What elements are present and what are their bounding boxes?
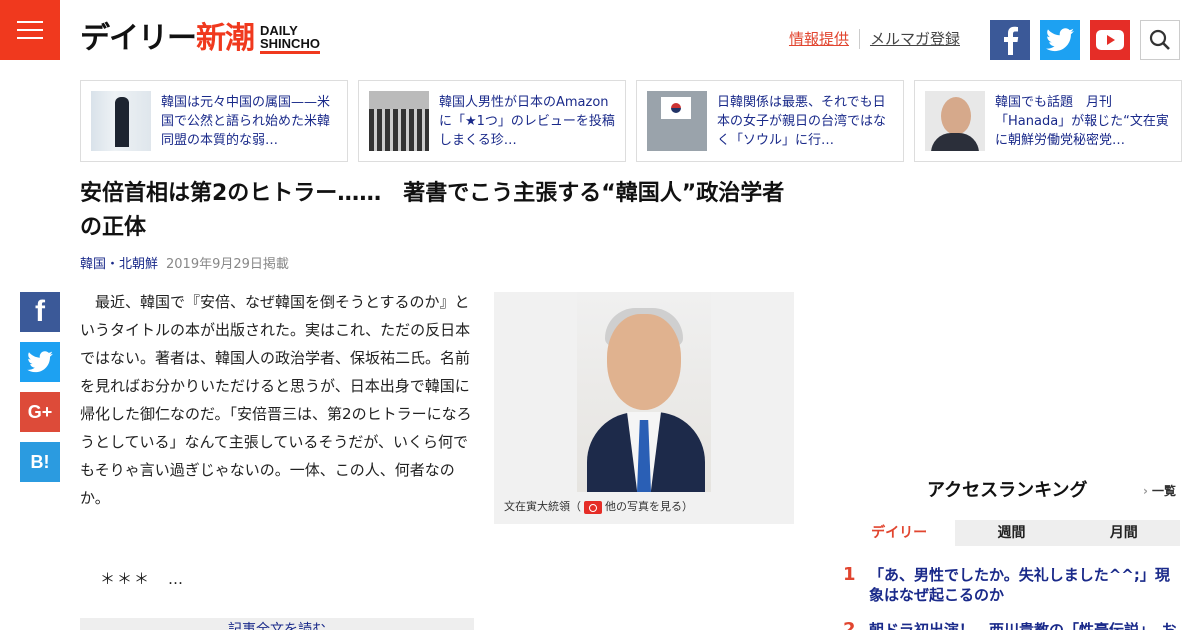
ranking-tabs: デイリー 週間 月間	[843, 520, 1180, 546]
logo-english: DAILY SHINCHO	[260, 24, 320, 54]
article-figure: 文在寅大統領（ 他の写真を見る）	[494, 292, 794, 524]
rank-title[interactable]: 朝ドラ初出演！ 西川貴教の「性豪伝説」 お相	[869, 620, 1179, 630]
share-google-plus-button[interactable]: G+	[20, 392, 60, 432]
article-meta: 韓国・北朝鮮 2019年9月29日掲載	[80, 256, 289, 274]
related-card[interactable]: 韓国人男性が日本のAmazonに「★1つ」のレビューを投稿しまくる珍…	[358, 80, 626, 162]
twitter-icon	[27, 351, 53, 373]
logo-en-line-2: SHINCHO	[260, 36, 320, 51]
photo-face	[607, 314, 681, 410]
facebook-icon	[1004, 26, 1019, 55]
rank-number: 2	[843, 619, 856, 630]
related-card[interactable]: 韓国は元々中国の属国——米国で公然と語られ始めた米韓同盟の本質的な弱…	[80, 80, 348, 162]
google-plus-icon: G+	[27, 401, 53, 422]
article-body: 最近、韓国で『安倍、なぜ韓国を倒そうとするのか』というタイトルの本が出版された。…	[80, 288, 472, 512]
share-twitter-button[interactable]	[20, 342, 60, 382]
camera-icon	[584, 500, 602, 514]
related-card[interactable]: 韓国でも話題 月刊「Hanada」が報じた“文在寅に朝鮮労働党秘密党…	[914, 80, 1182, 162]
menu-icon-bar	[17, 37, 43, 39]
related-title: 韓国は元々中国の属国——米国で公然と語られ始めた米韓同盟の本質的な弱…	[161, 94, 331, 148]
newsletter-link[interactable]: メルマガ登録	[860, 29, 970, 49]
logo-text-a: デイリー	[80, 21, 197, 56]
facebook-button[interactable]	[990, 20, 1030, 60]
rank-number: 1	[843, 564, 856, 585]
related-title: 韓国でも話題 月刊「Hanada」が報じた“文在寅に朝鮮労働党秘密党…	[995, 94, 1169, 148]
menu-icon-bar	[17, 29, 43, 31]
ranking-item[interactable]: 1 「あ、男性でしたか。失礼しました^^;」現象はなぜ起こるのか	[843, 565, 1179, 605]
rank-title[interactable]: 「あ、男性でしたか。失礼しました^^;」現象はなぜ起こるのか	[869, 565, 1179, 605]
article-separator: ＊＊＊ …	[100, 570, 186, 588]
photo-caption: 文在寅大統領（ 他の写真を見る）	[504, 499, 693, 515]
related-thumbnail	[91, 91, 151, 151]
publish-date: 2019年9月29日掲載	[166, 257, 289, 272]
site-logo[interactable]: デイリー新潮 DAILY SHINCHO	[80, 18, 320, 60]
facebook-icon: f	[35, 295, 45, 328]
search-button[interactable]	[1140, 20, 1180, 60]
logo-text-b: 新潮	[196, 21, 255, 56]
ranking-title: アクセスランキング	[927, 480, 1088, 501]
related-title: 日韓関係は最悪、それでも日本の女子が親日の台湾ではなく「ソウル」に行…	[717, 94, 887, 148]
article-photo[interactable]	[577, 292, 711, 492]
related-articles: 韓国は元々中国の属国——米国で公然と語られ始めた米韓同盟の本質的な弱… 韓国人男…	[80, 80, 1182, 162]
related-card[interactable]: 日韓関係は最悪、それでも日本の女子が親日の台湾ではなく「ソウル」に行…	[636, 80, 904, 162]
info-link[interactable]: 情報提供	[779, 29, 860, 49]
logo-text: デイリー新潮	[80, 18, 255, 60]
header-links: 情報提供 メルマガ登録	[779, 29, 970, 49]
menu-button[interactable]	[0, 0, 60, 60]
caption-text: 文在寅大統領（	[504, 500, 581, 513]
search-icon	[1149, 29, 1170, 50]
category-link[interactable]: 韓国・北朝鮮	[80, 257, 158, 272]
related-title: 韓国人男性が日本のAmazonに「★1つ」のレビューを投稿しまくる珍…	[439, 94, 615, 148]
related-thumbnail	[925, 91, 985, 151]
tab-weekly[interactable]: 週間	[955, 520, 1068, 546]
article-title: 安倍首相は第2のヒトラー…… 著書でこう主張する“韓国人”政治学者の正体	[80, 181, 785, 240]
twitter-button[interactable]	[1040, 20, 1080, 60]
tab-monthly[interactable]: 月間	[1067, 520, 1180, 546]
related-thumbnail	[369, 91, 429, 151]
hatena-bookmark-icon: B!	[30, 451, 50, 472]
share-buttons: f G+ B!	[20, 292, 60, 482]
header-social	[990, 20, 1180, 60]
share-facebook-button[interactable]: f	[20, 292, 60, 332]
menu-icon	[17, 21, 43, 23]
tab-daily[interactable]: デイリー	[843, 520, 956, 546]
youtube-button[interactable]	[1090, 20, 1130, 60]
article-paragraph: 最近、韓国で『安倍、なぜ韓国を倒そうとするのか』というタイトルの本が出版された。…	[80, 293, 472, 507]
twitter-icon	[1046, 28, 1074, 52]
read-more-button[interactable]: 記事全文を読む	[80, 618, 474, 630]
ranking-list-link[interactable]: 一覧	[1143, 483, 1176, 499]
share-hatena-button[interactable]: B!	[20, 442, 60, 482]
related-thumbnail	[647, 91, 707, 151]
more-photos-link[interactable]: 他の写真を見る）	[605, 499, 693, 515]
youtube-icon	[1096, 30, 1124, 50]
ranking-item[interactable]: 2 朝ドラ初出演！ 西川貴教の「性豪伝説」 お相	[843, 620, 1179, 630]
